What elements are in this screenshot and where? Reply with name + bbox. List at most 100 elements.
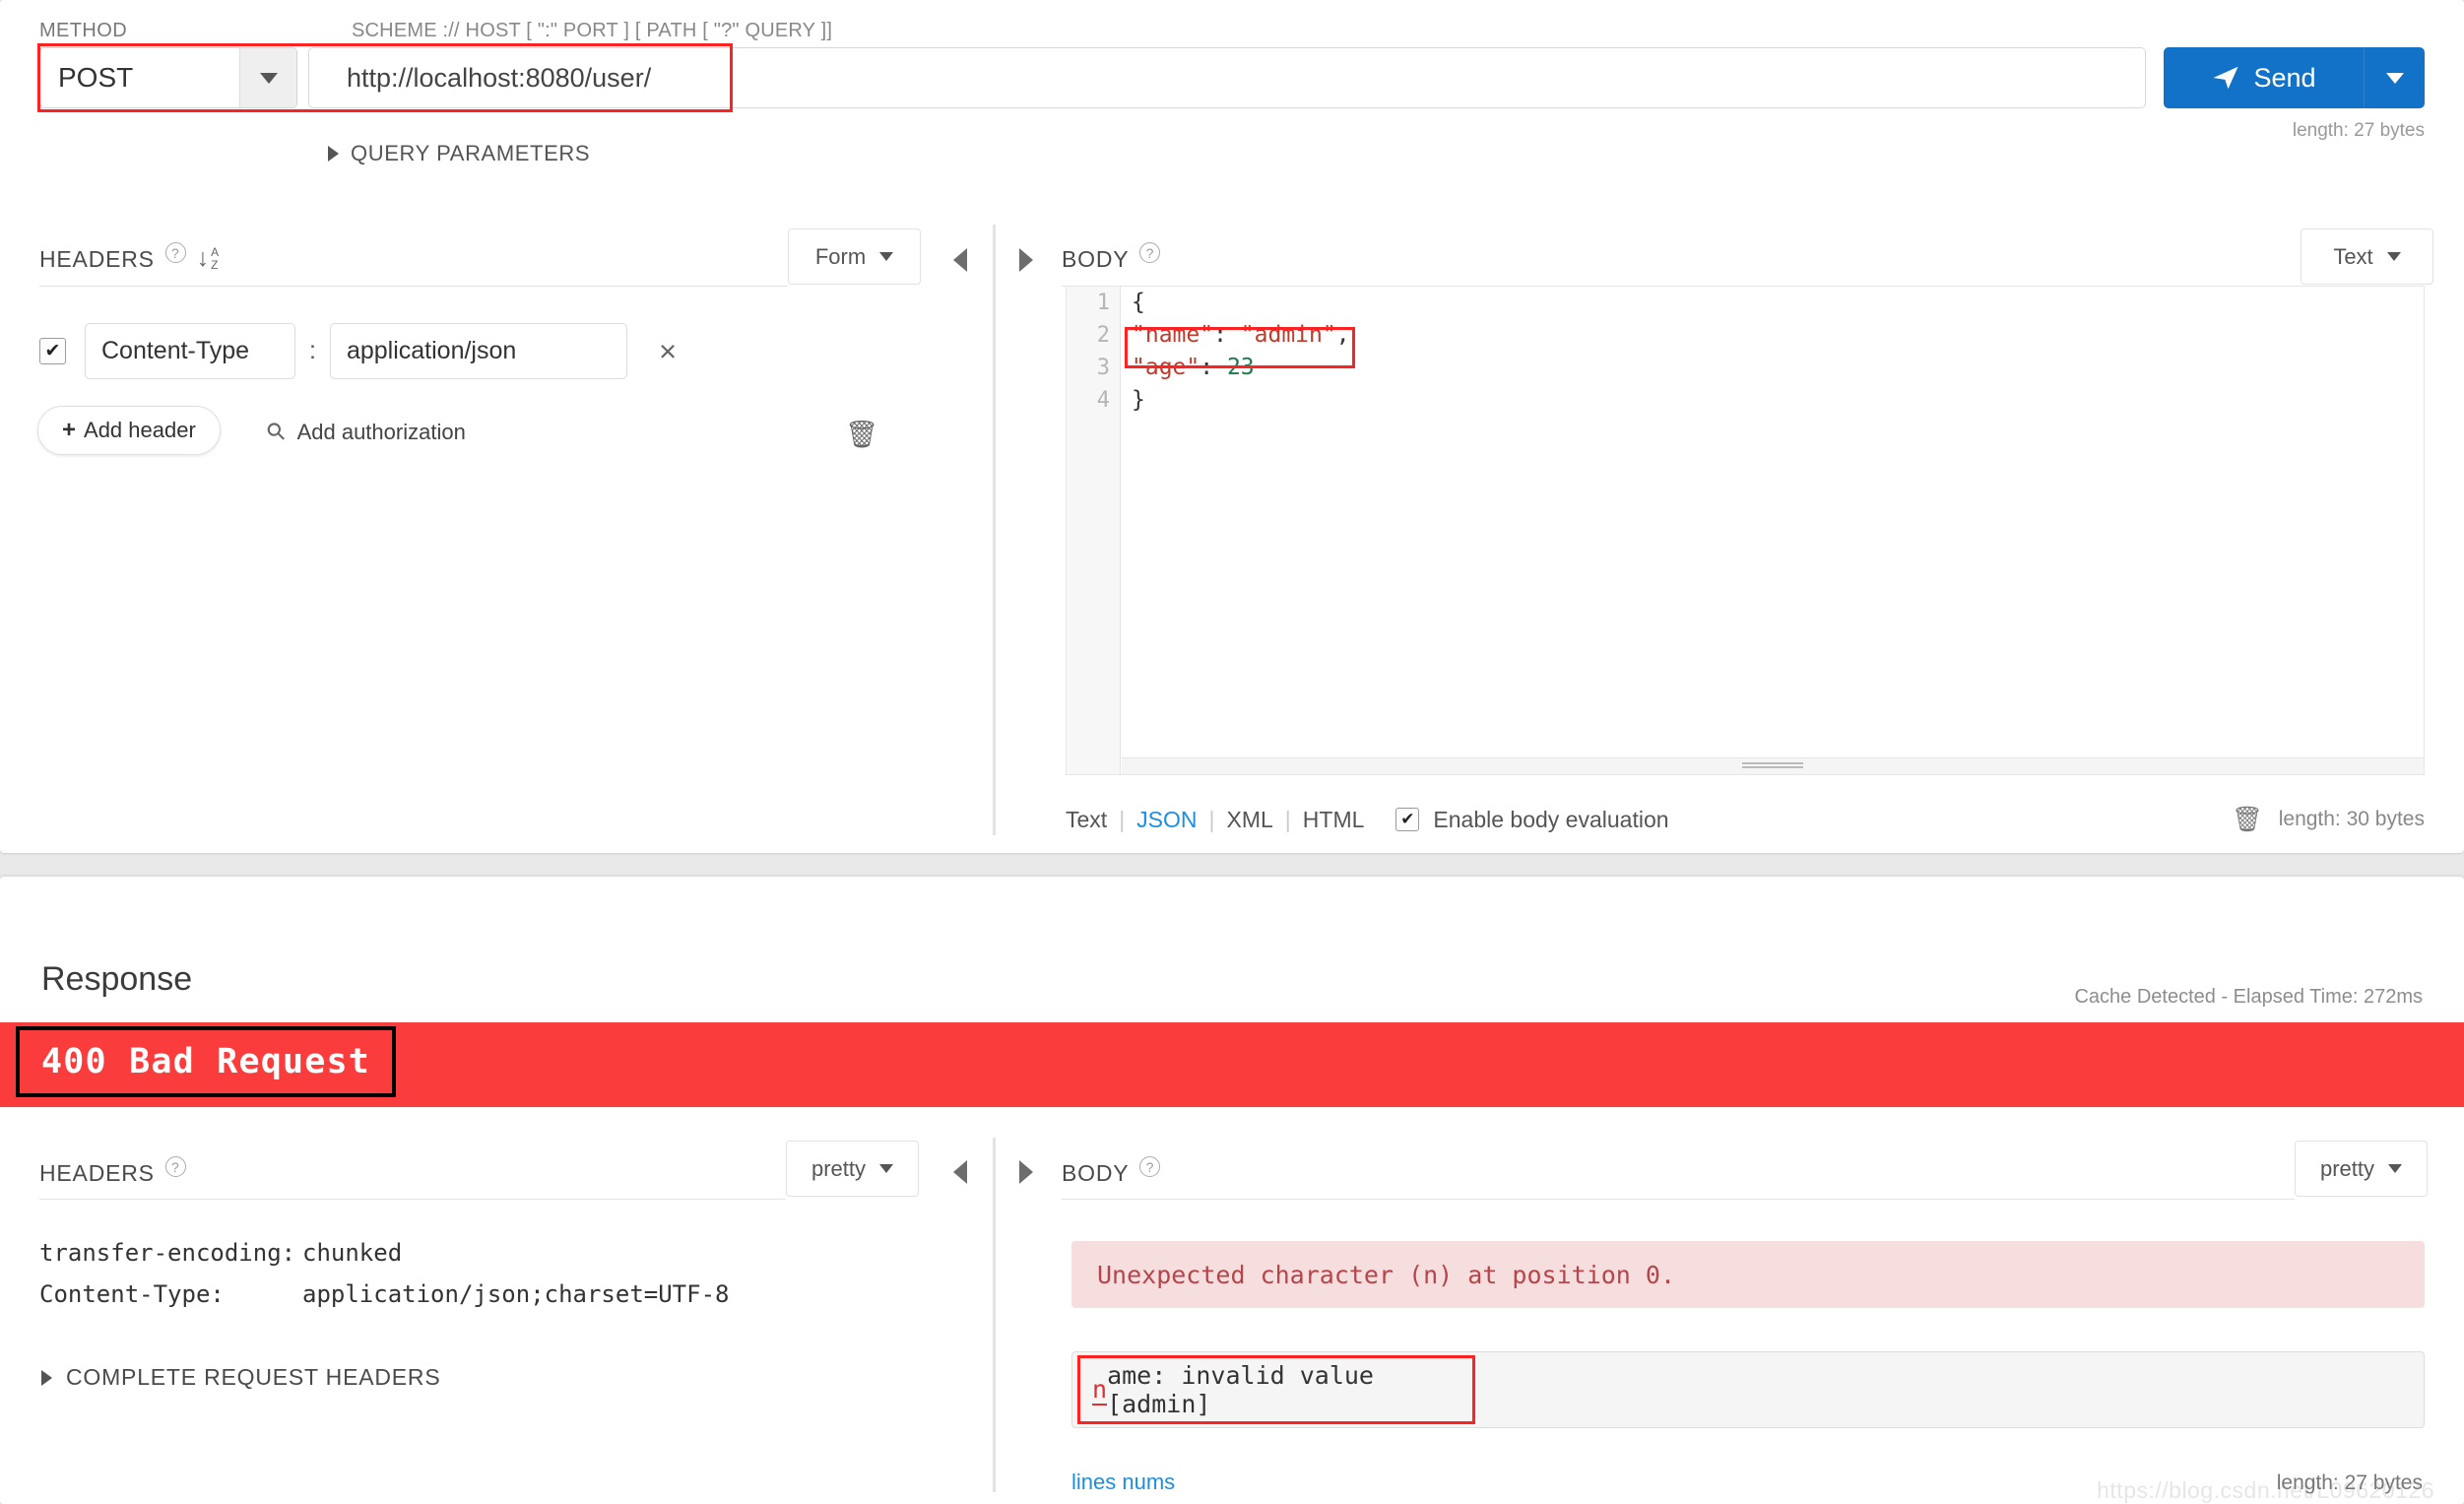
method-select-caret[interactable] (239, 48, 296, 107)
chevron-down-icon (2388, 1164, 2403, 1173)
code-line: "age": 23 (1132, 352, 2424, 384)
chevron-right-icon (41, 1369, 52, 1386)
collapse-left-arrow[interactable] (953, 248, 967, 272)
format-xml-link[interactable]: XML (1227, 807, 1273, 833)
chevron-down-icon (879, 1164, 894, 1173)
line-number: 1 (1096, 291, 1110, 315)
response-header-key: Content-Type: (39, 1280, 225, 1308)
response-header-value: chunked (302, 1239, 403, 1267)
code-token: "age" (1132, 355, 1200, 380)
request-body-length: length: 30 bytes (2278, 808, 2425, 830)
editor-line-gutter: 1 2 3 4 (1067, 287, 1121, 774)
response-collapse-left-arrow[interactable] (953, 1160, 967, 1184)
url-input[interactable]: http://localhost:8080/user/ (308, 47, 2146, 108)
request-headers-divider (39, 286, 788, 287)
response-header-row: Content-Type: application/json;charset=U… (0, 1280, 985, 1310)
code-token: "name" (1132, 322, 1214, 348)
request-panel: METHOD SCHEME :// HOST [ ":" PORT ] [ PA… (0, 0, 2464, 853)
response-value-rest: ame: invalid value [admin] (1107, 1361, 1374, 1418)
clear-headers-trash-icon[interactable]: 🗑 (845, 422, 878, 448)
help-icon[interactable]: ? (1139, 242, 1161, 263)
response-headers-divider (39, 1199, 786, 1200)
response-title: Response (41, 960, 193, 998)
response-error-message: Unexpected character (n) at position 0. (1071, 1241, 2425, 1308)
add-header-button[interactable]: + Add header (37, 406, 221, 455)
response-value-text: n ame: invalid value [admin] (1072, 1352, 1470, 1427)
response-value-highlight-char: n (1092, 1374, 1108, 1406)
request-body-title: BODY ? (1062, 242, 1161, 273)
complete-request-headers-toggle[interactable]: COMPLETE REQUEST HEADERS (41, 1364, 440, 1391)
send-options-caret[interactable] (2364, 47, 2425, 108)
response-headers-title-text: HEADERS (39, 1160, 155, 1186)
api-client-window: METHOD SCHEME :// HOST [ ":" PORT ] [ PA… (0, 0, 2464, 1504)
editor-horizontal-scrollbar[interactable] (1122, 757, 2424, 774)
add-authorization-label: Add authorization (296, 419, 466, 444)
header-row: ✔ Content-Type : application/json × (39, 323, 677, 379)
header-value-input[interactable]: application/json (329, 323, 627, 379)
status-badge: 400 Bad Request (16, 1026, 397, 1097)
editor-code[interactable]: { "name": "admin", "age": 23 } (1122, 287, 2424, 417)
separator: | (1208, 806, 1215, 832)
send-button-label: Send (2253, 62, 2316, 93)
url-length-label: length: 27 bytes (2292, 120, 2425, 141)
help-icon[interactable]: ? (1139, 1156, 1161, 1177)
line-number: 3 (1096, 356, 1110, 380)
method-select[interactable]: POST (39, 47, 297, 108)
chevron-right-icon (328, 146, 339, 162)
header-enabled-checkbox[interactable]: ✔ (39, 338, 66, 364)
code-token: , (1335, 322, 1350, 348)
enable-body-evaluation-label: Enable body evaluation (1433, 806, 1669, 832)
query-parameters-toggle[interactable]: QUERY PARAMETERS (328, 141, 590, 166)
response-body-length: length: 27 bytes (2276, 1471, 2423, 1494)
request-body-title-text: BODY (1062, 246, 1130, 272)
response-collapse-right-arrow[interactable] (1019, 1160, 1033, 1184)
send-button[interactable]: Send (2164, 47, 2425, 108)
response-value-box: n ame: invalid value [admin] (1071, 1351, 2425, 1428)
request-body-editor[interactable]: 1 2 3 4 { "name": "admin", "age": 23 } (1066, 286, 2425, 775)
send-button-main[interactable]: Send (2164, 47, 2364, 108)
query-parameters-label: QUERY PARAMETERS (351, 141, 591, 165)
request-body-mode-value: Text (2333, 243, 2373, 269)
response-panel-divider (993, 1138, 996, 1492)
complete-request-headers-label: COMPLETE REQUEST HEADERS (66, 1364, 441, 1390)
separator: | (1119, 806, 1126, 832)
separator: | (1284, 806, 1291, 832)
help-icon[interactable]: ? (164, 242, 186, 263)
format-html-link[interactable]: HTML (1303, 807, 1365, 833)
format-text-link[interactable]: Text (1066, 807, 1107, 833)
lines-nums-link[interactable]: lines nums (1071, 1470, 1175, 1495)
help-icon[interactable]: ? (164, 1156, 186, 1177)
code-token: : (1200, 355, 1227, 380)
code-token: } (1132, 387, 1145, 413)
chevron-down-icon (2385, 72, 2404, 84)
request-headers-title-text: HEADERS (39, 246, 155, 272)
code-token: : (1213, 322, 1241, 348)
remove-header-button[interactable]: × (659, 336, 677, 366)
request-body-footer-right: 🗑 length: 30 bytes (2232, 800, 2425, 839)
response-headers-mode-select[interactable]: pretty (786, 1141, 919, 1197)
request-headers-mode-select[interactable]: Form (788, 229, 921, 285)
code-line: { (1132, 287, 2424, 319)
clear-body-trash-icon[interactable]: 🗑 (2232, 806, 2263, 834)
collapse-right-arrow[interactable] (1019, 248, 1033, 272)
scrollbar-grip[interactable] (1742, 762, 1803, 764)
response-body-mode-select[interactable]: pretty (2295, 1141, 2428, 1197)
add-authorization-button[interactable]: ⚲ Add authorization (261, 417, 466, 448)
header-separator: : (309, 337, 316, 364)
response-headers-mode-value: pretty (811, 1155, 867, 1181)
response-header-value: application/json;charset=UTF-8 (302, 1280, 730, 1308)
code-token: 23 (1226, 355, 1255, 380)
sort-alpha-asc-icon[interactable]: ↓ AZ (197, 246, 220, 271)
plus-icon: + (62, 417, 77, 443)
request-panel-divider (993, 225, 996, 835)
code-token: { (1132, 290, 1145, 315)
request-body-mode-select[interactable]: Text (2301, 229, 2433, 285)
enable-body-evaluation-checkbox[interactable]: ✔ (1395, 808, 1420, 831)
chevron-down-icon (259, 72, 278, 84)
url-format-label: SCHEME :// HOST [ ":" PORT ] [ PATH [ "?… (352, 20, 833, 41)
request-body-footer: Text | JSON | XML | HTML ✔ Enable body e… (1066, 800, 2425, 839)
header-key-input[interactable]: Content-Type (85, 323, 295, 379)
format-json-link[interactable]: JSON (1136, 807, 1197, 833)
code-line: "name": "admin", (1132, 319, 2424, 352)
method-label: METHOD (39, 20, 128, 41)
